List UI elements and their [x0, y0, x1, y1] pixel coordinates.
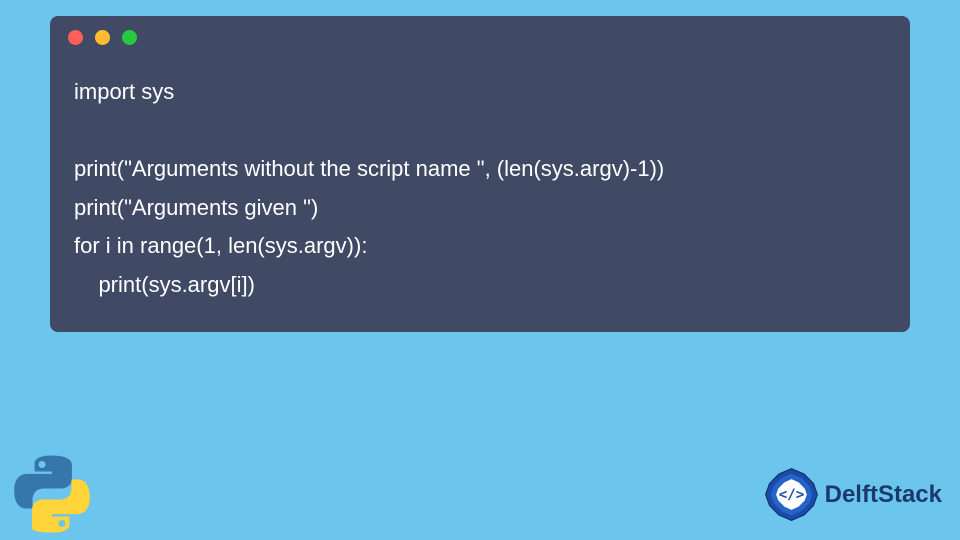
delftstack-brand-name: DelftStack [825, 481, 942, 509]
code-line: import sys [74, 79, 174, 104]
svg-text:</>: </> [778, 487, 804, 503]
code-line: print("Arguments without the script name… [74, 156, 664, 181]
code-line: print("Arguments given ") [74, 195, 318, 220]
code-block: import sys print("Arguments without the … [50, 55, 910, 312]
close-dot-icon [68, 30, 83, 45]
window-controls [50, 16, 910, 55]
maximize-dot-icon [122, 30, 137, 45]
delftstack-badge: </> DelftStack [764, 467, 942, 522]
code-window: import sys print("Arguments without the … [50, 16, 910, 332]
delftstack-logo-icon: </> [764, 467, 819, 522]
minimize-dot-icon [95, 30, 110, 45]
python-logo-icon [12, 454, 92, 534]
code-line: print(sys.argv[i]) [74, 272, 255, 297]
code-line: for i in range(1, len(sys.argv)): [74, 233, 367, 258]
